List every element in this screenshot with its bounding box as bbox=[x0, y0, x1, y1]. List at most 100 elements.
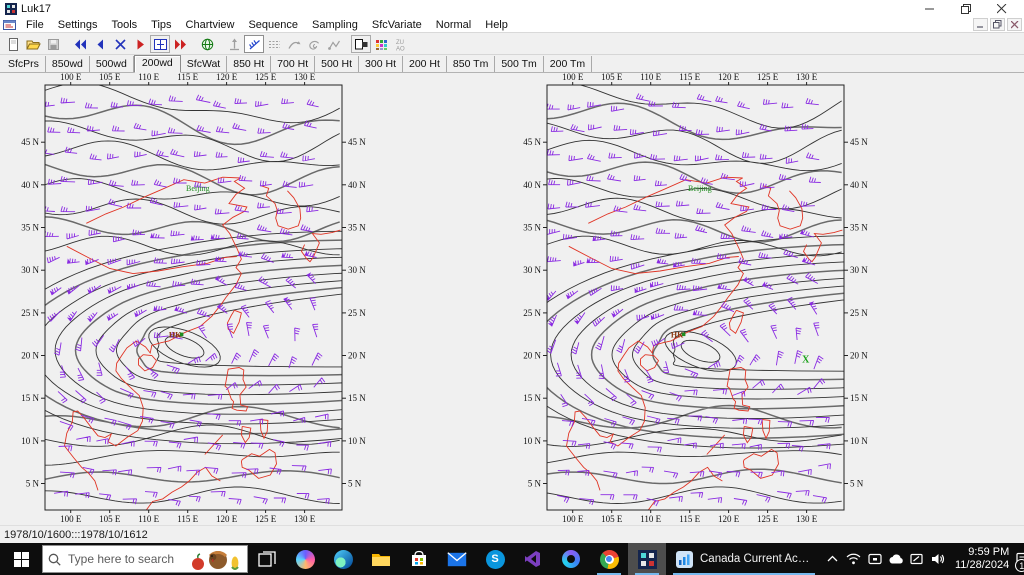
child-close-icon[interactable] bbox=[1007, 18, 1022, 31]
svg-text:40 N: 40 N bbox=[348, 180, 366, 190]
tab-200tm[interactable]: 200 Tm bbox=[544, 56, 593, 72]
file-explorer-icon[interactable] bbox=[362, 543, 400, 575]
open-file-button[interactable] bbox=[23, 35, 43, 53]
menu-tools[interactable]: Tools bbox=[104, 17, 144, 33]
globe-button[interactable] bbox=[197, 35, 217, 53]
status-text: 1978/10/1600:::1978/10/1612 bbox=[4, 528, 148, 541]
new-document-button[interactable] bbox=[3, 35, 23, 53]
tab-850ht[interactable]: 850 Ht bbox=[227, 56, 272, 72]
task-view-icon[interactable] bbox=[248, 543, 286, 575]
section-lines-button[interactable] bbox=[264, 35, 284, 53]
svg-text:20 N: 20 N bbox=[348, 351, 366, 361]
visual-studio-icon[interactable] bbox=[514, 543, 552, 575]
svg-text:5 N: 5 N bbox=[850, 479, 864, 489]
zoom-auto-button[interactable]: ZU AO bbox=[391, 35, 411, 53]
step-back-button[interactable] bbox=[90, 35, 110, 53]
system-tray bbox=[822, 543, 948, 575]
chart-client-area: 100 E 100 E 105 E 105 E 110 E 110 E 115 E 115 E… bbox=[0, 72, 1024, 528]
tab-500ht[interactable]: 500 Ht bbox=[315, 56, 360, 72]
tab-sfcwat[interactable]: SfcWat bbox=[181, 56, 228, 72]
svg-text:X: X bbox=[802, 354, 810, 365]
svg-text:115 E: 115 E bbox=[679, 73, 700, 82]
mdi-child-icon[interactable] bbox=[3, 19, 16, 31]
tab-500wd[interactable]: 500wd bbox=[90, 56, 134, 72]
vertical-profile-button[interactable] bbox=[224, 35, 244, 53]
search-input[interactable]: Type here to search bbox=[42, 545, 248, 573]
svg-text:120 E: 120 E bbox=[718, 514, 740, 523]
search-placeholder: Type here to search bbox=[68, 552, 175, 566]
menu-sfcvariate[interactable]: SfcVariate bbox=[365, 17, 429, 33]
level-tab-bar: SfcPrs 850wd 500wd 200wd SfcWat 850 Ht 7… bbox=[0, 55, 1024, 73]
menu-settings[interactable]: Settings bbox=[51, 17, 105, 33]
loop-icon[interactable] bbox=[552, 543, 590, 575]
play-button[interactable] bbox=[130, 35, 150, 53]
child-restore-icon[interactable] bbox=[990, 18, 1005, 31]
svg-text:15 N: 15 N bbox=[21, 393, 39, 403]
tab-700ht[interactable]: 700 Ht bbox=[271, 56, 316, 72]
window-layout-button[interactable] bbox=[351, 35, 371, 53]
menu-sequence[interactable]: Sequence bbox=[241, 17, 305, 33]
volume-icon[interactable] bbox=[927, 543, 948, 575]
skype-icon[interactable]: S bbox=[476, 543, 514, 575]
menu-help[interactable]: Help bbox=[478, 17, 515, 33]
chevron-up-icon[interactable] bbox=[822, 543, 843, 575]
wind-chart-right[interactable]: 100 E 100 E 105 E 105 E 110 E 110 E 115 E 115 E… bbox=[519, 72, 871, 528]
svg-text:30 N: 30 N bbox=[850, 265, 868, 275]
menu-chartview[interactable]: Chartview bbox=[179, 17, 242, 33]
menu-tips[interactable]: Tips bbox=[144, 17, 178, 33]
clock-time: 9:59 PM bbox=[968, 546, 1010, 558]
trajectory-button[interactable] bbox=[324, 35, 344, 53]
minimize-icon[interactable] bbox=[912, 0, 948, 17]
microsoft-store-icon[interactable] bbox=[400, 543, 438, 575]
virtual-desktop-icon[interactable] bbox=[864, 543, 885, 575]
svg-text:15 N: 15 N bbox=[348, 393, 366, 403]
svg-text:45 N: 45 N bbox=[523, 137, 541, 147]
wifi-icon[interactable] bbox=[843, 543, 864, 575]
tab-200wd[interactable]: 200wd bbox=[133, 55, 181, 73]
edge-icon[interactable] bbox=[324, 543, 362, 575]
tab-sfcprs[interactable]: SfcPrs bbox=[2, 56, 46, 72]
mail-icon[interactable] bbox=[438, 543, 476, 575]
rewind-button[interactable] bbox=[70, 35, 90, 53]
cancel-button[interactable] bbox=[110, 35, 130, 53]
streamline-button[interactable] bbox=[284, 35, 304, 53]
child-minimize-icon[interactable] bbox=[973, 18, 988, 31]
start-button[interactable] bbox=[0, 543, 42, 575]
chrome-icon[interactable] bbox=[590, 543, 628, 575]
save-button[interactable] bbox=[43, 35, 63, 53]
menu-sampling[interactable]: Sampling bbox=[305, 17, 365, 33]
svg-text:40 N: 40 N bbox=[21, 180, 39, 190]
status-bar: 1978/10/1600:::1978/10/1612 bbox=[0, 525, 1024, 543]
fast-forward-button[interactable] bbox=[170, 35, 190, 53]
svg-text:20 N: 20 N bbox=[850, 351, 868, 361]
close-icon[interactable] bbox=[984, 0, 1020, 17]
thanksgiving-art-icon[interactable] bbox=[190, 547, 242, 571]
svg-text:20 N: 20 N bbox=[21, 351, 39, 361]
menu-file[interactable]: File bbox=[19, 17, 51, 33]
svg-text:130 E: 130 E bbox=[796, 514, 818, 523]
taskbar-clock[interactable]: 9:59 PM 11/28/2024 bbox=[948, 546, 1016, 572]
bank-app-icon bbox=[676, 550, 693, 568]
svg-text:120 E: 120 E bbox=[216, 73, 238, 82]
wind-barb-button[interactable] bbox=[244, 35, 264, 53]
svg-text:45 N: 45 N bbox=[348, 137, 366, 147]
tab-850tm[interactable]: 850 Tm bbox=[447, 56, 496, 72]
canada-account-window-button[interactable]: Canada Current Acco... bbox=[666, 543, 822, 575]
ink-workspace-icon[interactable] bbox=[906, 543, 927, 575]
wind-chart-left[interactable]: 100 E 100 E 105 E 105 E 110 E 110 E 115 E 115 E… bbox=[17, 72, 369, 528]
svg-text:125 E: 125 E bbox=[255, 514, 277, 523]
tab-500tm[interactable]: 500 Tm bbox=[495, 56, 544, 72]
luk17-taskbar-icon[interactable] bbox=[628, 543, 666, 575]
tab-300ht[interactable]: 300 Ht bbox=[359, 56, 403, 72]
color-grid-button[interactable] bbox=[371, 35, 391, 53]
notification-center-icon[interactable]: 1 bbox=[1015, 543, 1024, 575]
onedrive-icon[interactable] bbox=[885, 543, 906, 575]
menu-normal[interactable]: Normal bbox=[429, 17, 478, 33]
vorticity-button[interactable] bbox=[304, 35, 324, 53]
tab-200ht[interactable]: 200 Ht bbox=[403, 56, 447, 72]
split-window-button[interactable] bbox=[150, 35, 170, 53]
app-icon bbox=[5, 3, 17, 15]
tab-850wd[interactable]: 850wd bbox=[46, 56, 90, 72]
copilot-icon[interactable] bbox=[286, 543, 324, 575]
restore-icon[interactable] bbox=[948, 0, 984, 17]
